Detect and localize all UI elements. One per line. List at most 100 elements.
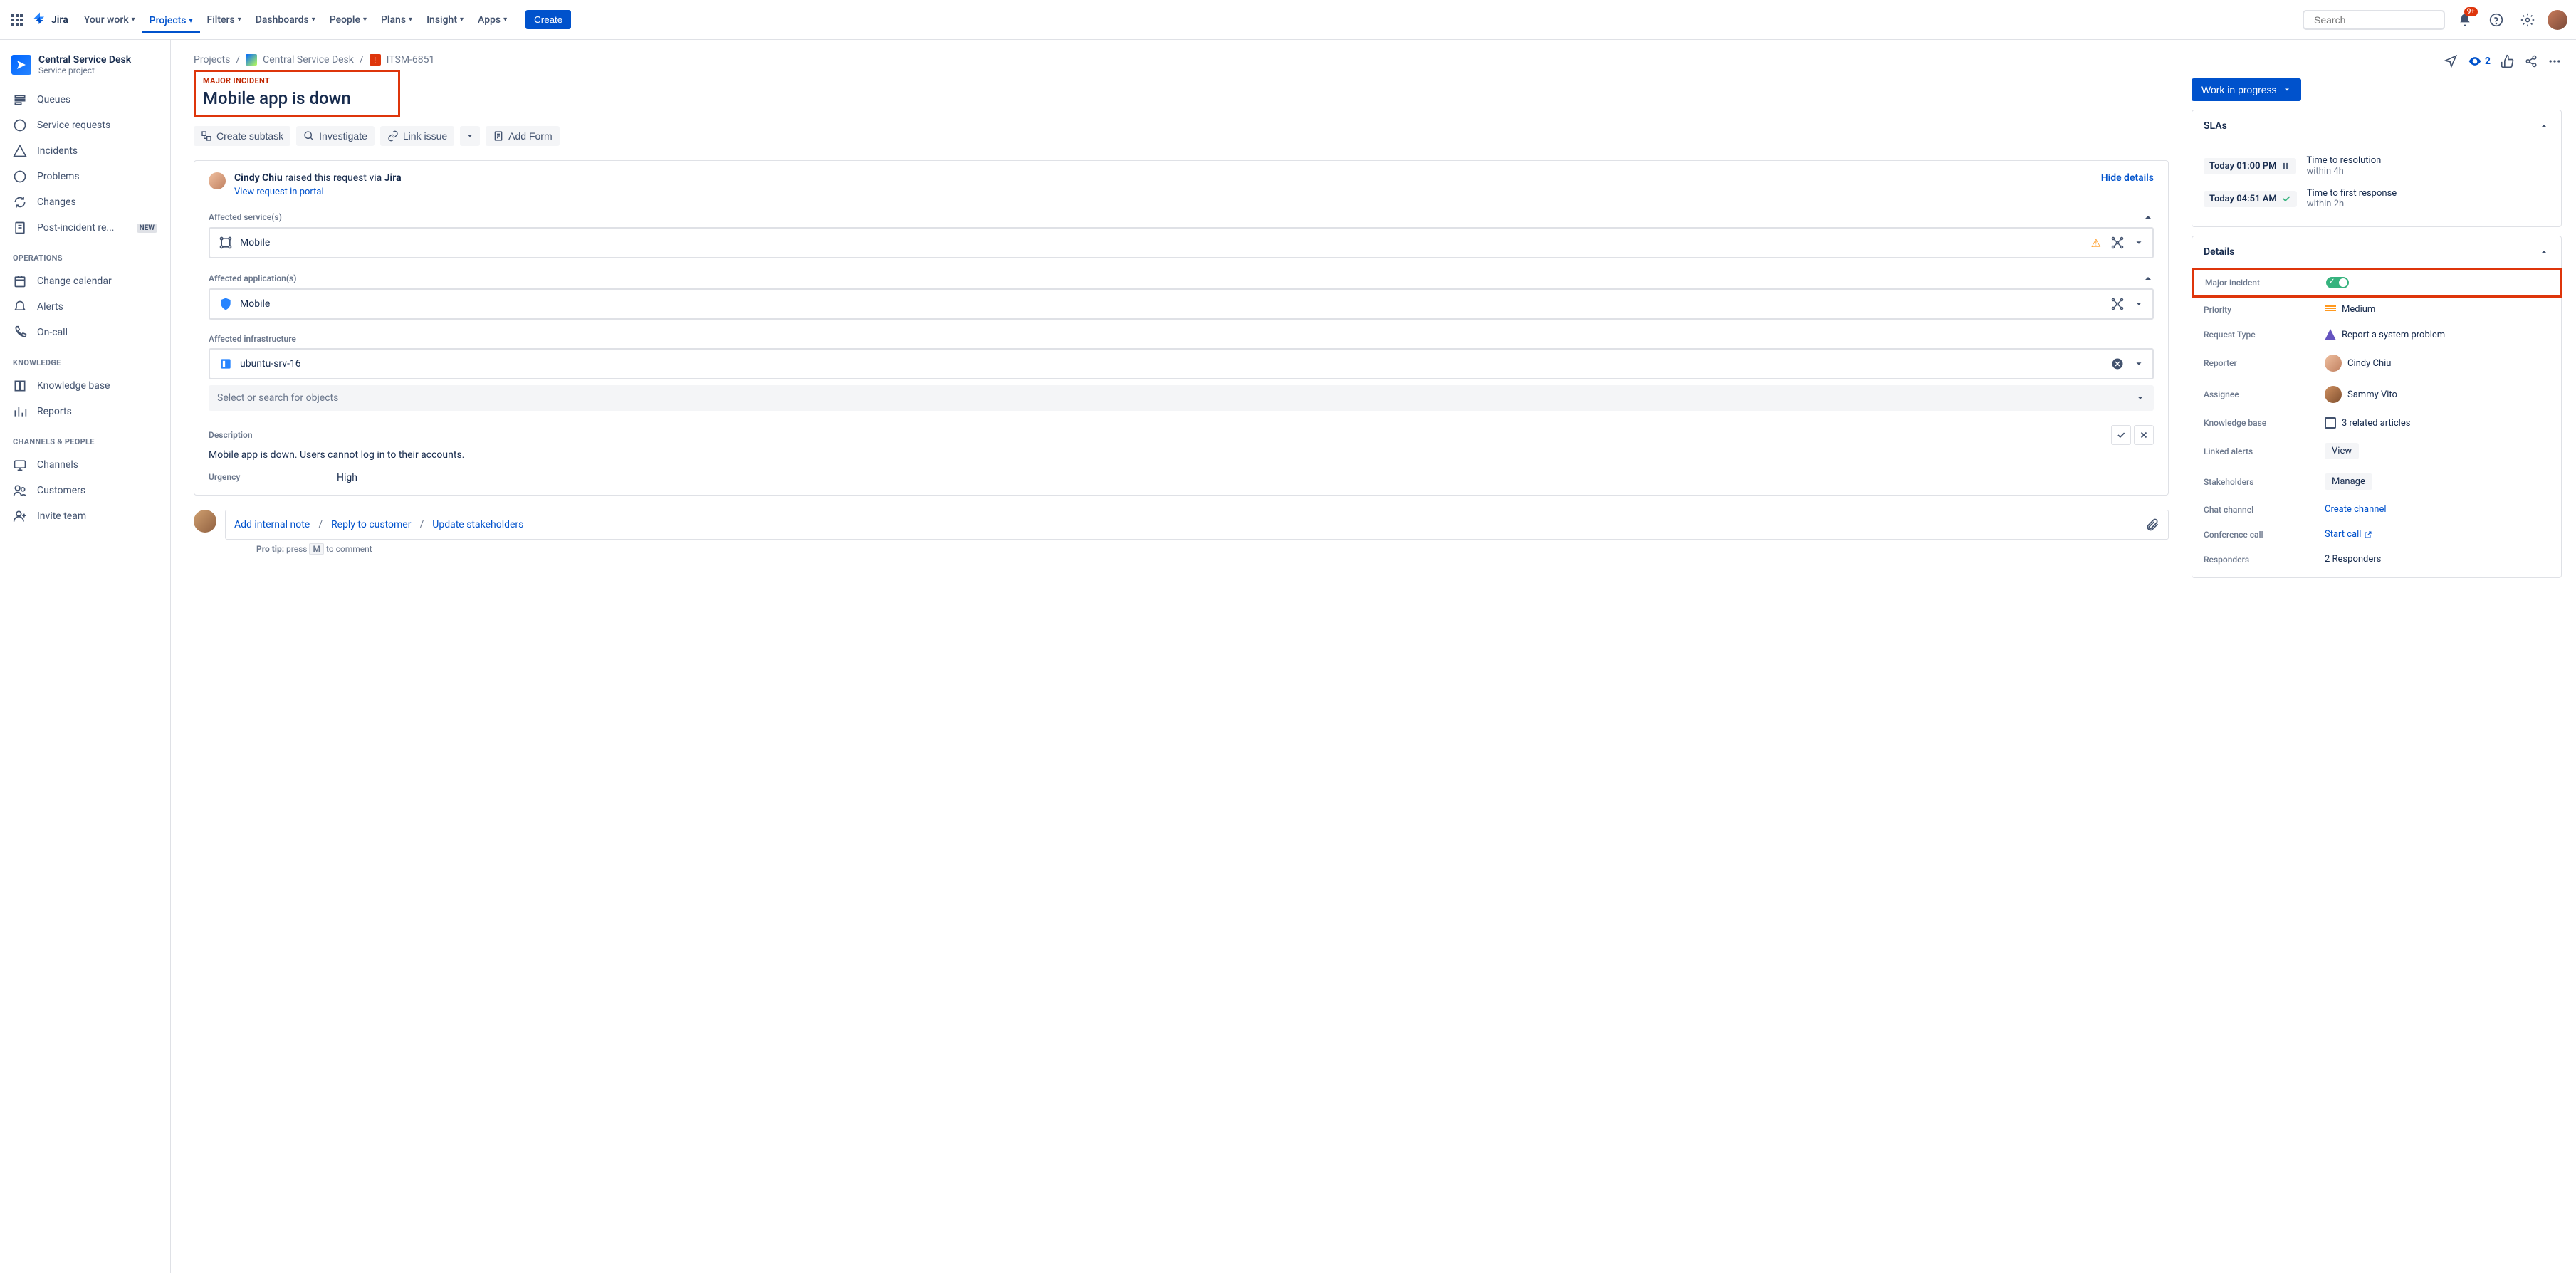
chevron-up-icon[interactable] bbox=[2142, 211, 2154, 223]
description-confirm-button[interactable] bbox=[2111, 425, 2131, 445]
watch-button[interactable]: 2 bbox=[2468, 54, 2491, 68]
sidebar-item-queues[interactable]: Queues bbox=[6, 87, 164, 112]
create-button[interactable]: Create bbox=[525, 10, 571, 29]
chevron-down-icon: ▾ bbox=[312, 16, 315, 23]
more-icon[interactable] bbox=[2548, 54, 2562, 68]
sla-chip: Today 01:00 PM bbox=[2204, 158, 2296, 174]
add-form-button[interactable]: Add Form bbox=[486, 126, 559, 146]
detail-value[interactable]: Medium bbox=[2325, 304, 2375, 315]
action-pill[interactable]: View bbox=[2325, 443, 2359, 459]
chevron-down-icon: ▾ bbox=[460, 16, 464, 23]
notifications-button[interactable]: 9+ bbox=[2454, 9, 2476, 31]
nav-item-filters[interactable]: Filters ▾ bbox=[200, 9, 248, 31]
comment-input[interactable]: Add internal note / Reply to customer / … bbox=[225, 510, 2169, 540]
sidebar-item-service-requests[interactable]: Service requests bbox=[6, 112, 164, 138]
add-internal-note-tab[interactable]: Add internal note bbox=[234, 519, 310, 530]
update-stakeholders-tab[interactable]: Update stakeholders bbox=[432, 519, 523, 530]
detail-row-stakeholders: StakeholdersManage bbox=[2192, 466, 2561, 497]
requester-avatar bbox=[209, 172, 226, 189]
link-issue-dropdown[interactable] bbox=[460, 126, 480, 146]
help-button[interactable] bbox=[2485, 9, 2508, 31]
sidebar-icon bbox=[13, 118, 27, 132]
sidebar-item-problems[interactable]: Problems bbox=[6, 164, 164, 189]
affected-infra-field[interactable]: ubuntu-srv-16 bbox=[209, 348, 2154, 379]
search-input[interactable] bbox=[2314, 14, 2443, 26]
create-subtask-button[interactable]: Create subtask bbox=[194, 126, 290, 146]
sidebar-item-channels[interactable]: Channels bbox=[6, 452, 164, 478]
detail-value[interactable]: Create channel bbox=[2325, 504, 2387, 515]
detail-value[interactable]: Start call bbox=[2325, 529, 2372, 540]
investigate-button[interactable]: Investigate bbox=[296, 126, 375, 146]
chevron-up-icon[interactable] bbox=[2142, 273, 2154, 284]
attachment-icon[interactable] bbox=[2145, 518, 2159, 532]
view-in-portal-link[interactable]: View request in portal bbox=[234, 187, 402, 197]
sidebar-item-reports[interactable]: Reports bbox=[6, 399, 164, 424]
user-avatar[interactable] bbox=[2548, 10, 2567, 30]
breadcrumb-issue[interactable]: ITSM-6851 bbox=[387, 54, 435, 66]
breadcrumb-project[interactable]: Central Service Desk bbox=[263, 54, 354, 66]
detail-value[interactable]: Cindy Chiu bbox=[2325, 355, 2391, 372]
right-panel-header: 2 bbox=[2192, 54, 2562, 68]
hide-details-button[interactable]: Hide details bbox=[2101, 172, 2154, 184]
detail-value[interactable]: Sammy Vito bbox=[2325, 386, 2397, 403]
description-cancel-button[interactable] bbox=[2134, 425, 2154, 445]
sidebar-item-invite-team[interactable]: Invite team bbox=[6, 503, 164, 529]
search-box[interactable] bbox=[2303, 10, 2445, 30]
sidebar-item-incidents[interactable]: Incidents bbox=[6, 138, 164, 164]
detail-value[interactable]: 2 Responders bbox=[2325, 554, 2381, 565]
affected-apps-field[interactable]: Mobile bbox=[209, 288, 2154, 320]
nav-item-your-work[interactable]: Your work ▾ bbox=[77, 9, 142, 31]
jira-logo[interactable]: Jira bbox=[31, 11, 68, 28]
breadcrumb-projects[interactable]: Projects bbox=[194, 54, 230, 66]
slas-header[interactable]: SLAs bbox=[2192, 110, 2561, 142]
nav-item-dashboards[interactable]: Dashboards ▾ bbox=[248, 9, 323, 31]
affected-services-field[interactable]: Mobile ⚠ bbox=[209, 227, 2154, 258]
sidebar-item-changes[interactable]: Changes bbox=[6, 189, 164, 215]
detail-value[interactable] bbox=[2326, 277, 2349, 288]
detail-value[interactable]: Report a system problem bbox=[2325, 329, 2445, 340]
graph-icon[interactable] bbox=[2111, 236, 2124, 249]
settings-button[interactable] bbox=[2516, 9, 2539, 31]
issue-title[interactable]: Mobile app is down bbox=[203, 88, 391, 108]
chevron-down-icon[interactable] bbox=[2134, 238, 2144, 248]
remove-icon[interactable] bbox=[2111, 357, 2124, 370]
sidebar-item-post-incident-re-[interactable]: Post-incident re...NEW bbox=[6, 215, 164, 241]
detail-value[interactable]: Manage bbox=[2325, 473, 2372, 490]
chevron-down-icon[interactable] bbox=[2134, 299, 2144, 309]
detail-row-conference-call: Conference callStart call bbox=[2192, 522, 2561, 547]
feedback-icon[interactable] bbox=[2444, 54, 2458, 68]
sidebar-icon bbox=[13, 509, 27, 523]
action-pill[interactable]: Manage bbox=[2325, 473, 2372, 490]
app-switcher-icon[interactable] bbox=[9, 11, 26, 28]
detail-key: Stakeholders bbox=[2204, 477, 2325, 487]
detail-value[interactable]: 3 related articles bbox=[2325, 417, 2410, 429]
detail-value[interactable]: View bbox=[2325, 443, 2359, 459]
project-header[interactable]: Central Service Desk Service project bbox=[6, 54, 164, 87]
status-button[interactable]: Work in progress bbox=[2192, 78, 2301, 101]
link[interactable]: Create channel bbox=[2325, 504, 2387, 515]
description-value[interactable]: Mobile app is down. Users cannot log in … bbox=[209, 449, 2154, 461]
chevron-down-icon[interactable] bbox=[2134, 359, 2144, 369]
layout: Central Service Desk Service project Que… bbox=[0, 40, 2576, 1273]
details-header[interactable]: Details bbox=[2192, 236, 2561, 268]
nav-item-insight[interactable]: Insight ▾ bbox=[419, 9, 471, 31]
nav-item-projects[interactable]: Projects ▾ bbox=[142, 9, 200, 33]
nav-item-people[interactable]: People ▾ bbox=[323, 9, 374, 31]
sidebar-item-knowledge-base[interactable]: Knowledge base bbox=[6, 373, 164, 399]
object-search-field[interactable]: Select or search for objects bbox=[209, 385, 2154, 411]
sidebar-item-change-calendar[interactable]: Change calendar bbox=[6, 268, 164, 294]
graph-icon[interactable] bbox=[2111, 298, 2124, 310]
sidebar-item-alerts[interactable]: Alerts bbox=[6, 294, 164, 320]
sidebar-item-customers[interactable]: Customers bbox=[6, 478, 164, 503]
link[interactable]: Start call bbox=[2325, 529, 2372, 540]
sidebar-item-on-call[interactable]: On-call bbox=[6, 320, 164, 345]
nav-item-plans[interactable]: Plans ▾ bbox=[374, 9, 419, 31]
share-icon[interactable] bbox=[2525, 55, 2538, 68]
major-incident-toggle[interactable] bbox=[2326, 277, 2349, 288]
external-link-icon bbox=[2364, 530, 2372, 539]
link-issue-button[interactable]: Link issue bbox=[380, 126, 454, 146]
nav-item-apps[interactable]: Apps ▾ bbox=[471, 9, 514, 31]
like-icon[interactable] bbox=[2501, 54, 2515, 68]
urgency-value[interactable]: High bbox=[337, 472, 357, 483]
reply-to-customer-tab[interactable]: Reply to customer bbox=[331, 519, 411, 530]
